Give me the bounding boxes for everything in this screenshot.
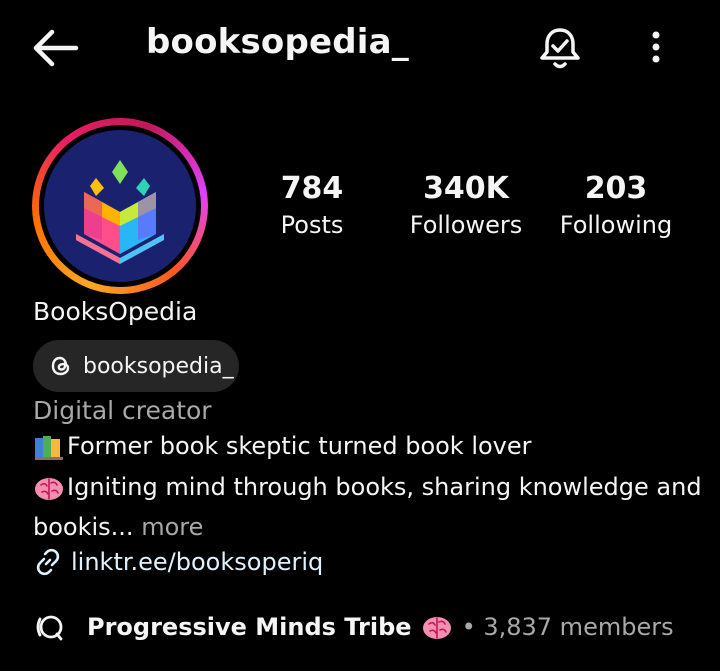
avatar[interactable] [32,118,208,294]
category-label: Digital creator [33,396,212,425]
bio-text-2: Igniting mind through books, sharing kno… [67,473,702,501]
brain-emoji-icon [422,617,451,639]
following-label: Following [559,211,673,239]
bio-line: bookis... more [33,513,203,541]
bio-line: Former book skeptic turned book lover [33,432,532,461]
bio-text-1: Former book skeptic turned book lover [67,432,532,460]
broadcast-channel-icon [36,615,63,641]
more-vertical-icon [652,31,660,63]
open-book-logo-icon [76,160,164,264]
page-title: booksopedia_ [146,22,409,62]
channel-row[interactable]: Progressive Minds Tribe • 3,837 members [33,610,674,644]
profile-link-text: linktr.ee/booksoperiq [71,548,324,576]
followers-stat[interactable]: 340K Followers [398,170,534,242]
following-count: 203 [584,171,648,206]
display-name: BooksOpedia [33,297,198,326]
link-icon [36,548,60,576]
more-options-button[interactable] [640,28,672,68]
posts-label: Posts [280,211,344,239]
back-arrow-icon [33,29,79,67]
profile-link[interactable]: linktr.ee/booksoperiq [33,547,323,577]
avatar-image [44,130,196,282]
threads-badge[interactable]: booksopedia_ [33,340,239,392]
channel-members: • 3,837 members [461,613,674,641]
notifications-button[interactable] [536,24,584,72]
avatar-border [39,125,201,287]
bio-more-link[interactable]: more [134,513,203,541]
back-button[interactable] [30,26,80,70]
bio-line: Igniting mind through books, sharing kno… [33,473,702,502]
followers-label: Followers [409,211,523,239]
posts-stat[interactable]: 784 Posts [262,170,362,242]
books-emoji-icon [35,436,63,460]
brain-emoji-icon [35,478,63,500]
threads-icon [51,356,70,376]
threads-handle: booksopedia_ [83,353,234,379]
channel-name: Progressive Minds Tribe [87,613,412,641]
bell-check-icon [540,28,580,69]
following-stat[interactable]: 203 Following [552,170,680,242]
posts-count: 784 [280,171,344,206]
profile-page: booksopedia_ 784 Posts 340K Followers 20… [0,0,720,671]
followers-count: 340K [423,171,509,206]
bio-text-3: bookis... [33,513,134,541]
